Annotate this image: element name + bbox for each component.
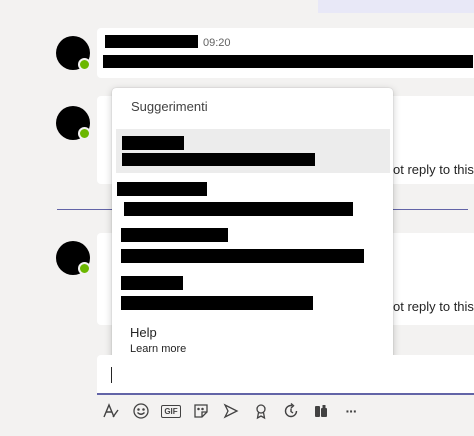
text-caret bbox=[111, 367, 112, 383]
mention-suggestions-popup: Suggerimenti Help Learn more bbox=[112, 88, 393, 364]
presence-available-icon bbox=[78, 262, 91, 275]
message-text-fragment: ot reply to this bbox=[393, 299, 474, 314]
suggestion-item[interactable] bbox=[116, 271, 390, 315]
gif-label: GIF bbox=[161, 404, 181, 418]
redacted-suggestion-detail bbox=[122, 153, 315, 166]
compose-message-box[interactable] bbox=[97, 355, 474, 395]
praise-icon[interactable] bbox=[251, 401, 271, 421]
presence-available-icon bbox=[78, 58, 91, 71]
redacted-suggestion-name bbox=[121, 228, 228, 242]
stream-icon[interactable] bbox=[311, 401, 331, 421]
redacted-sender-name bbox=[105, 35, 198, 48]
message-card[interactable]: 09:20 bbox=[97, 28, 474, 78]
redacted-suggestion-name bbox=[117, 182, 207, 196]
redacted-suggestion-name bbox=[121, 276, 183, 290]
sticker-icon[interactable] bbox=[191, 401, 211, 421]
redacted-suggestion-detail bbox=[124, 202, 353, 216]
more-options-icon[interactable]: ··· bbox=[341, 401, 361, 421]
redacted-suggestion-name bbox=[122, 136, 184, 150]
help-label: Help bbox=[130, 325, 157, 340]
meet-now-icon[interactable] bbox=[221, 401, 241, 421]
suggestion-item[interactable] bbox=[116, 177, 390, 221]
gif-icon[interactable]: GIF bbox=[161, 401, 181, 421]
suggestion-item[interactable] bbox=[116, 129, 390, 173]
format-icon[interactable] bbox=[101, 401, 121, 421]
emoji-icon[interactable] bbox=[131, 401, 151, 421]
more-options-label: ··· bbox=[345, 403, 358, 419]
learn-more-link[interactable]: Learn more bbox=[130, 343, 186, 355]
popup-title: Suggerimenti bbox=[131, 99, 208, 114]
redacted-suggestion-detail bbox=[121, 249, 364, 263]
suggestion-item[interactable] bbox=[116, 223, 390, 267]
message-text-fragment: ot reply to this bbox=[393, 162, 474, 177]
redacted-message-text bbox=[103, 55, 473, 68]
previous-message-bubble bbox=[318, 0, 474, 13]
message-timestamp: 09:20 bbox=[203, 37, 231, 49]
loop-icon[interactable] bbox=[281, 401, 301, 421]
presence-available-icon bbox=[78, 127, 91, 140]
redacted-suggestion-detail bbox=[121, 296, 313, 310]
